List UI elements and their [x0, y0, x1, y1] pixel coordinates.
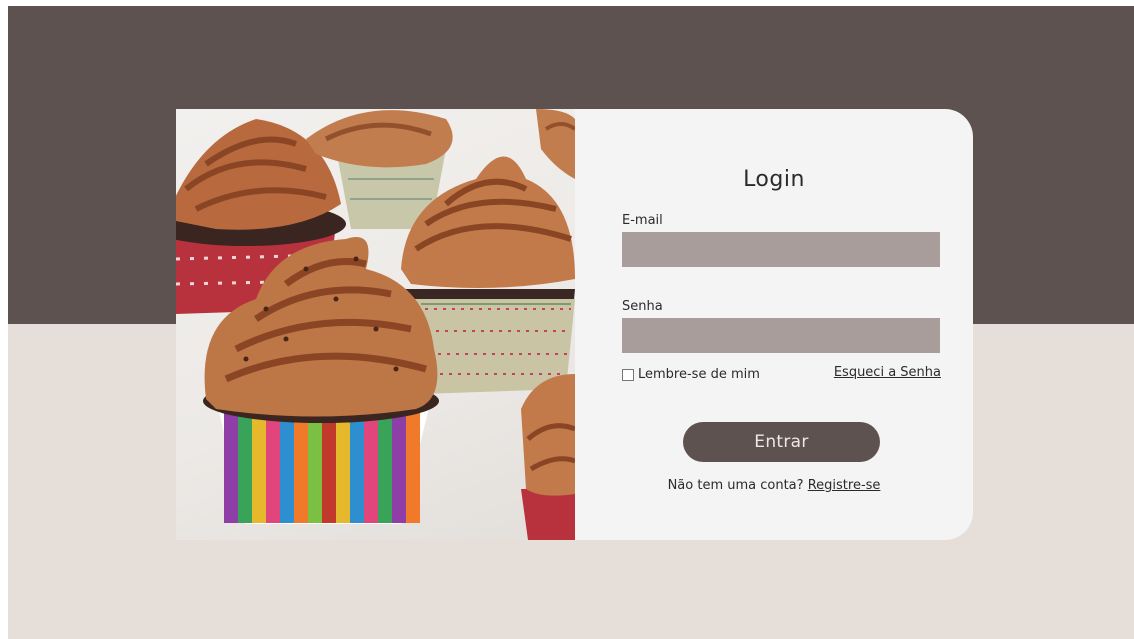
password-label: Senha [622, 299, 663, 314]
register-link[interactable]: Registre-se [808, 478, 881, 493]
register-prompt: Não tem uma conta? Registre-se [575, 478, 973, 493]
login-button[interactable]: Entrar [683, 422, 880, 462]
remember-me-label: Lembre-se de mim [638, 367, 760, 382]
no-account-text: Não tem uma conta? [667, 478, 804, 493]
email-label: E-mail [622, 213, 663, 228]
cupcakes-illustration [176, 109, 575, 540]
login-card: Login E-mail Senha Lembre-se de mim Esqu… [176, 109, 973, 540]
page-background: Login E-mail Senha Lembre-se de mim Esqu… [8, 6, 1134, 639]
login-title: Login [743, 167, 805, 192]
login-form: Login E-mail Senha Lembre-se de mim Esqu… [575, 109, 973, 540]
remember-me-checkbox[interactable] [622, 368, 634, 381]
remember-me-toggle[interactable]: Lembre-se de mim [622, 367, 760, 382]
password-field[interactable] [622, 318, 940, 353]
cupcakes-photo [176, 109, 575, 540]
email-field[interactable] [622, 232, 940, 267]
forgot-password-link[interactable]: Esqueci a Senha [834, 365, 941, 380]
